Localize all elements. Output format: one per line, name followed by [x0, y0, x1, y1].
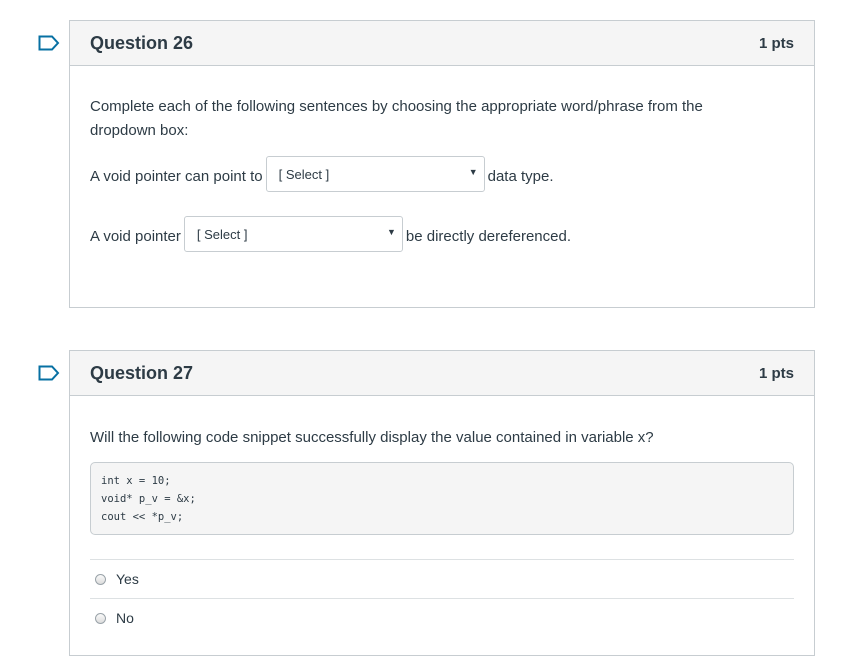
question-27: Question 27 1 pts Will the following cod… [69, 350, 815, 656]
dropdown-sentence-1[interactable]: [ Select ] ▼ [265, 156, 485, 192]
dropdown-sentence-2[interactable]: [ Select ] ▼ [183, 216, 403, 252]
sentence-2: A void pointer [ Select ] ▼ be directly … [90, 216, 794, 256]
dropdown-selected-value: [ Select ] [196, 226, 248, 242]
answer-option-yes[interactable]: Yes [90, 559, 794, 598]
caret-down-icon: ▼ [386, 227, 396, 237]
answer-list: Yes No [90, 559, 794, 637]
answer-option-no[interactable]: No [90, 598, 794, 637]
sentence-2-after: be directly dereferenced. [405, 227, 572, 245]
question-points: 1 pts [758, 364, 794, 382]
question-instructions: Complete each of the following sentences… [90, 98, 703, 139]
flag-question-26-icon[interactable] [38, 35, 60, 51]
question-26: Question 26 1 pts Complete each of the f… [69, 20, 815, 308]
radio-button[interactable] [95, 612, 106, 624]
question-body: Complete each of the following sentences… [70, 95, 814, 256]
question-title: Question 27 [90, 362, 194, 383]
answer-label: Yes [116, 571, 139, 587]
sentence-2-before: A void pointer [90, 227, 181, 245]
flag-question-27-icon[interactable] [38, 365, 60, 381]
question-prompt: Will the following code snippet successf… [90, 429, 654, 446]
sentence-1-before: A void pointer can point to [90, 167, 263, 185]
code-snippet: int x = 10; void* p_v = &x; cout << *p_v… [90, 462, 794, 535]
sentence-1: A void pointer can point to [ Select ] ▼… [90, 156, 794, 196]
question-header: Question 26 1 pts [70, 21, 814, 66]
question-body: Will the following code snippet successf… [70, 426, 814, 637]
sentence-1-after: data type. [487, 167, 554, 185]
dropdown-selected-value: [ Select ] [278, 166, 330, 182]
question-title: Question 26 [90, 32, 194, 53]
question-points: 1 pts [758, 34, 794, 52]
answer-label: No [116, 610, 134, 626]
radio-button[interactable] [95, 573, 106, 585]
question-header: Question 27 1 pts [70, 351, 814, 396]
caret-down-icon: ▼ [468, 167, 478, 177]
